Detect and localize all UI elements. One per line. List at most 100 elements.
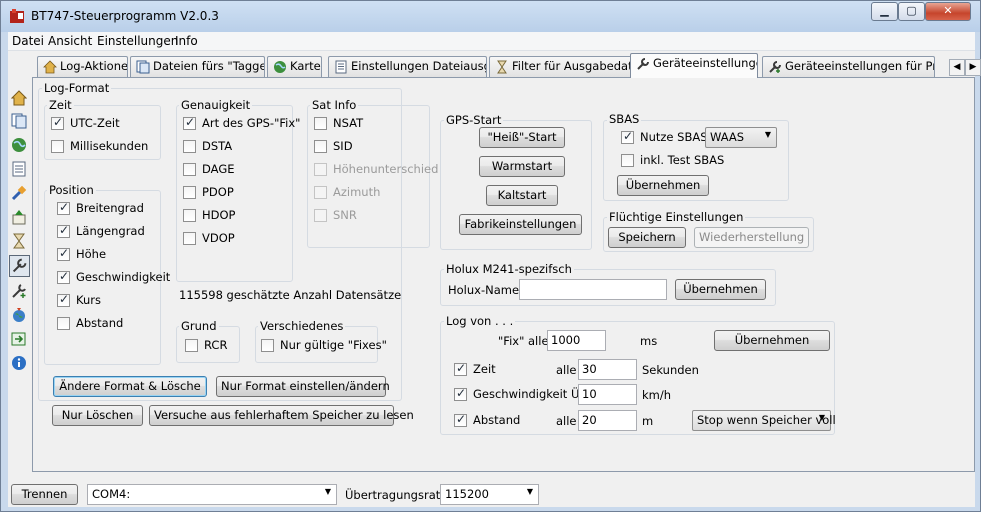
home-icon (43, 60, 57, 74)
wrench-plus-icon (769, 61, 781, 73)
earth-icon[interactable] (11, 307, 27, 323)
disconnect-button[interactable]: Trennen (11, 484, 78, 505)
log-by-time-input[interactable]: 30 (578, 359, 637, 380)
log-by-apply-button[interactable]: Übernehmen (714, 330, 830, 351)
checkbox-box[interactable] (183, 140, 196, 153)
checkbox-box[interactable] (51, 140, 64, 153)
menu-ansicht[interactable]: Ansicht (48, 34, 92, 48)
checkbox-box[interactable] (454, 412, 467, 427)
save-settings-button[interactable]: Speichern (608, 227, 686, 248)
wrench-plus-icon[interactable] (11, 283, 27, 299)
fix-interval-input[interactable]: 1000 (547, 330, 606, 351)
checkbox-box[interactable] (183, 186, 196, 199)
checkbox-box[interactable] (57, 223, 70, 238)
client-area: Datei Ansicht Einstellungen Info Log-Akt… (8, 32, 981, 507)
delete-only-button[interactable]: Nur Löschen (52, 405, 143, 426)
close-button[interactable]: ✕ (925, 2, 971, 21)
checkbox-box[interactable] (314, 117, 327, 130)
tab-log-aktionen[interactable]: Log-Aktionen (37, 56, 128, 77)
files-icon[interactable] (11, 113, 27, 129)
checkbox-box[interactable] (183, 209, 196, 222)
checkbox-box[interactable] (183, 163, 196, 176)
tab-filter-ausgabedaten[interactable]: Filter für Ausgabedaten (489, 56, 634, 77)
checkbox-box[interactable] (57, 292, 70, 307)
maximize-button[interactable]: ▢ (898, 2, 925, 21)
gps-start-title: GPS-Start (444, 113, 504, 127)
checkbox-box[interactable] (621, 154, 634, 167)
checkbox-box (314, 209, 327, 222)
tab-dateien-taggen[interactable]: Dateien fürs "Taggen" (130, 56, 265, 77)
stop-mode-select[interactable]: Stop wenn Speicher voll ▼ (692, 410, 836, 431)
app-icon (10, 9, 24, 23)
checkbox-box[interactable] (57, 200, 70, 215)
globe-icon[interactable] (11, 137, 27, 153)
menu-info[interactable]: Info (175, 34, 198, 48)
export-icon[interactable] (11, 331, 27, 347)
device-settings-panel: Log-Format Zeit UTC-Zeit Millisekunden G… (32, 77, 975, 472)
estimated-records-text: 115598 geschätzte Anzahl Datensätze (179, 288, 402, 302)
title-bar[interactable]: BT747-Steuerprogramm V2.0.3 ▁ ▢ ✕ (1, 1, 980, 32)
tab-karte[interactable]: Karte (267, 56, 322, 77)
checkbox-box[interactable] (183, 115, 196, 130)
baud-rate-select[interactable]: 115200 ▼ (440, 484, 539, 505)
document-icon[interactable] (11, 161, 27, 177)
factory-settings-button[interactable]: Fabrikeinstellungen (459, 214, 582, 235)
globe-icon (274, 61, 286, 73)
sbas-title: SBAS (607, 112, 642, 126)
checkbox-box[interactable] (454, 361, 467, 376)
checkbox-box[interactable] (185, 339, 198, 352)
brush-icon[interactable] (11, 185, 27, 201)
tab-geraeteeinstellungen[interactable]: Geräteeinstellungen (630, 53, 758, 78)
port-select[interactable]: COM4: ▼ (87, 484, 337, 505)
log-by-distance-unit: m (642, 414, 654, 428)
checkbox-box[interactable] (183, 232, 196, 245)
tab-scroll-right-button[interactable]: ▶ (965, 59, 981, 76)
tab-label: Einstellungen Dateiausgabe (351, 59, 486, 73)
fix-interval-label: "Fix" alle (498, 334, 549, 348)
hot-start-button[interactable]: "Heiß"-Start (479, 127, 565, 148)
home-icon[interactable] (11, 90, 27, 106)
zeit-title: Zeit (47, 98, 74, 112)
format-only-button[interactable]: Nur Format einstellen/ändern (216, 376, 390, 397)
menu-datei[interactable]: Datei (12, 34, 44, 48)
tab-label: Filter für Ausgabedaten (512, 59, 634, 73)
checkbox-box[interactable] (261, 339, 274, 352)
log-by-speed-input[interactable]: 10 (578, 384, 637, 405)
checkbox-box[interactable] (621, 129, 634, 144)
menu-einstellungen[interactable]: Einstellungen (97, 34, 178, 48)
document-icon (335, 60, 347, 74)
sbas-mode-select[interactable]: WAAS ▼ (705, 127, 777, 148)
info-icon[interactable] (11, 355, 27, 371)
cold-start-button[interactable]: Kaltstart (486, 185, 558, 206)
log-by-distance-input[interactable]: 20 (578, 410, 637, 431)
tab-label: Log-Aktionen (60, 59, 128, 73)
checkbox-box[interactable] (314, 140, 327, 153)
checkbox-box (314, 163, 327, 176)
checkbox-box[interactable] (51, 115, 64, 130)
tab-einstellungen-dateiausgabe[interactable]: Einstellungen Dateiausgabe (328, 56, 487, 77)
tab-scroll-left-button[interactable]: ◀ (949, 59, 965, 76)
holux-name-input[interactable] (519, 279, 667, 300)
read-faulty-memory-button[interactable]: Versuche aus fehlerhaftem Speicher zu le… (149, 405, 414, 426)
change-format-delete-button[interactable]: Ändere Format & Lösche (53, 376, 207, 397)
checkbox-box[interactable] (454, 386, 467, 401)
checkbox-box[interactable] (57, 269, 70, 284)
minimize-button[interactable]: ▁ (871, 2, 898, 21)
upload-icon[interactable] (11, 209, 27, 225)
grund-title: Grund (179, 319, 219, 333)
checkbox-box (314, 186, 327, 199)
chevron-down-icon: ▼ (324, 487, 331, 496)
warm-start-button[interactable]: Warmstart (479, 156, 565, 177)
checkbox-box[interactable] (57, 246, 70, 261)
tab-geraeteeinstellungen-profis[interactable]: Geräteeinstellungen für Profis (762, 56, 935, 77)
restore-settings-button: Wiederherstellung (694, 227, 809, 248)
baud-rate-label: Übertragungsrate: (345, 488, 452, 502)
wrench-icon[interactable] (9, 255, 30, 277)
checkbox-box[interactable] (57, 317, 70, 330)
sidebar (8, 87, 30, 407)
hourglass-icon[interactable] (11, 233, 27, 249)
sbas-apply-button[interactable]: Übernehmen (617, 175, 709, 196)
application-window: BT747-Steuerprogramm V2.0.3 ▁ ▢ ✕ Datei … (0, 0, 981, 512)
holux-apply-button[interactable]: Übernehmen (675, 279, 766, 300)
log-by-distance-each-label: alle (556, 414, 577, 428)
